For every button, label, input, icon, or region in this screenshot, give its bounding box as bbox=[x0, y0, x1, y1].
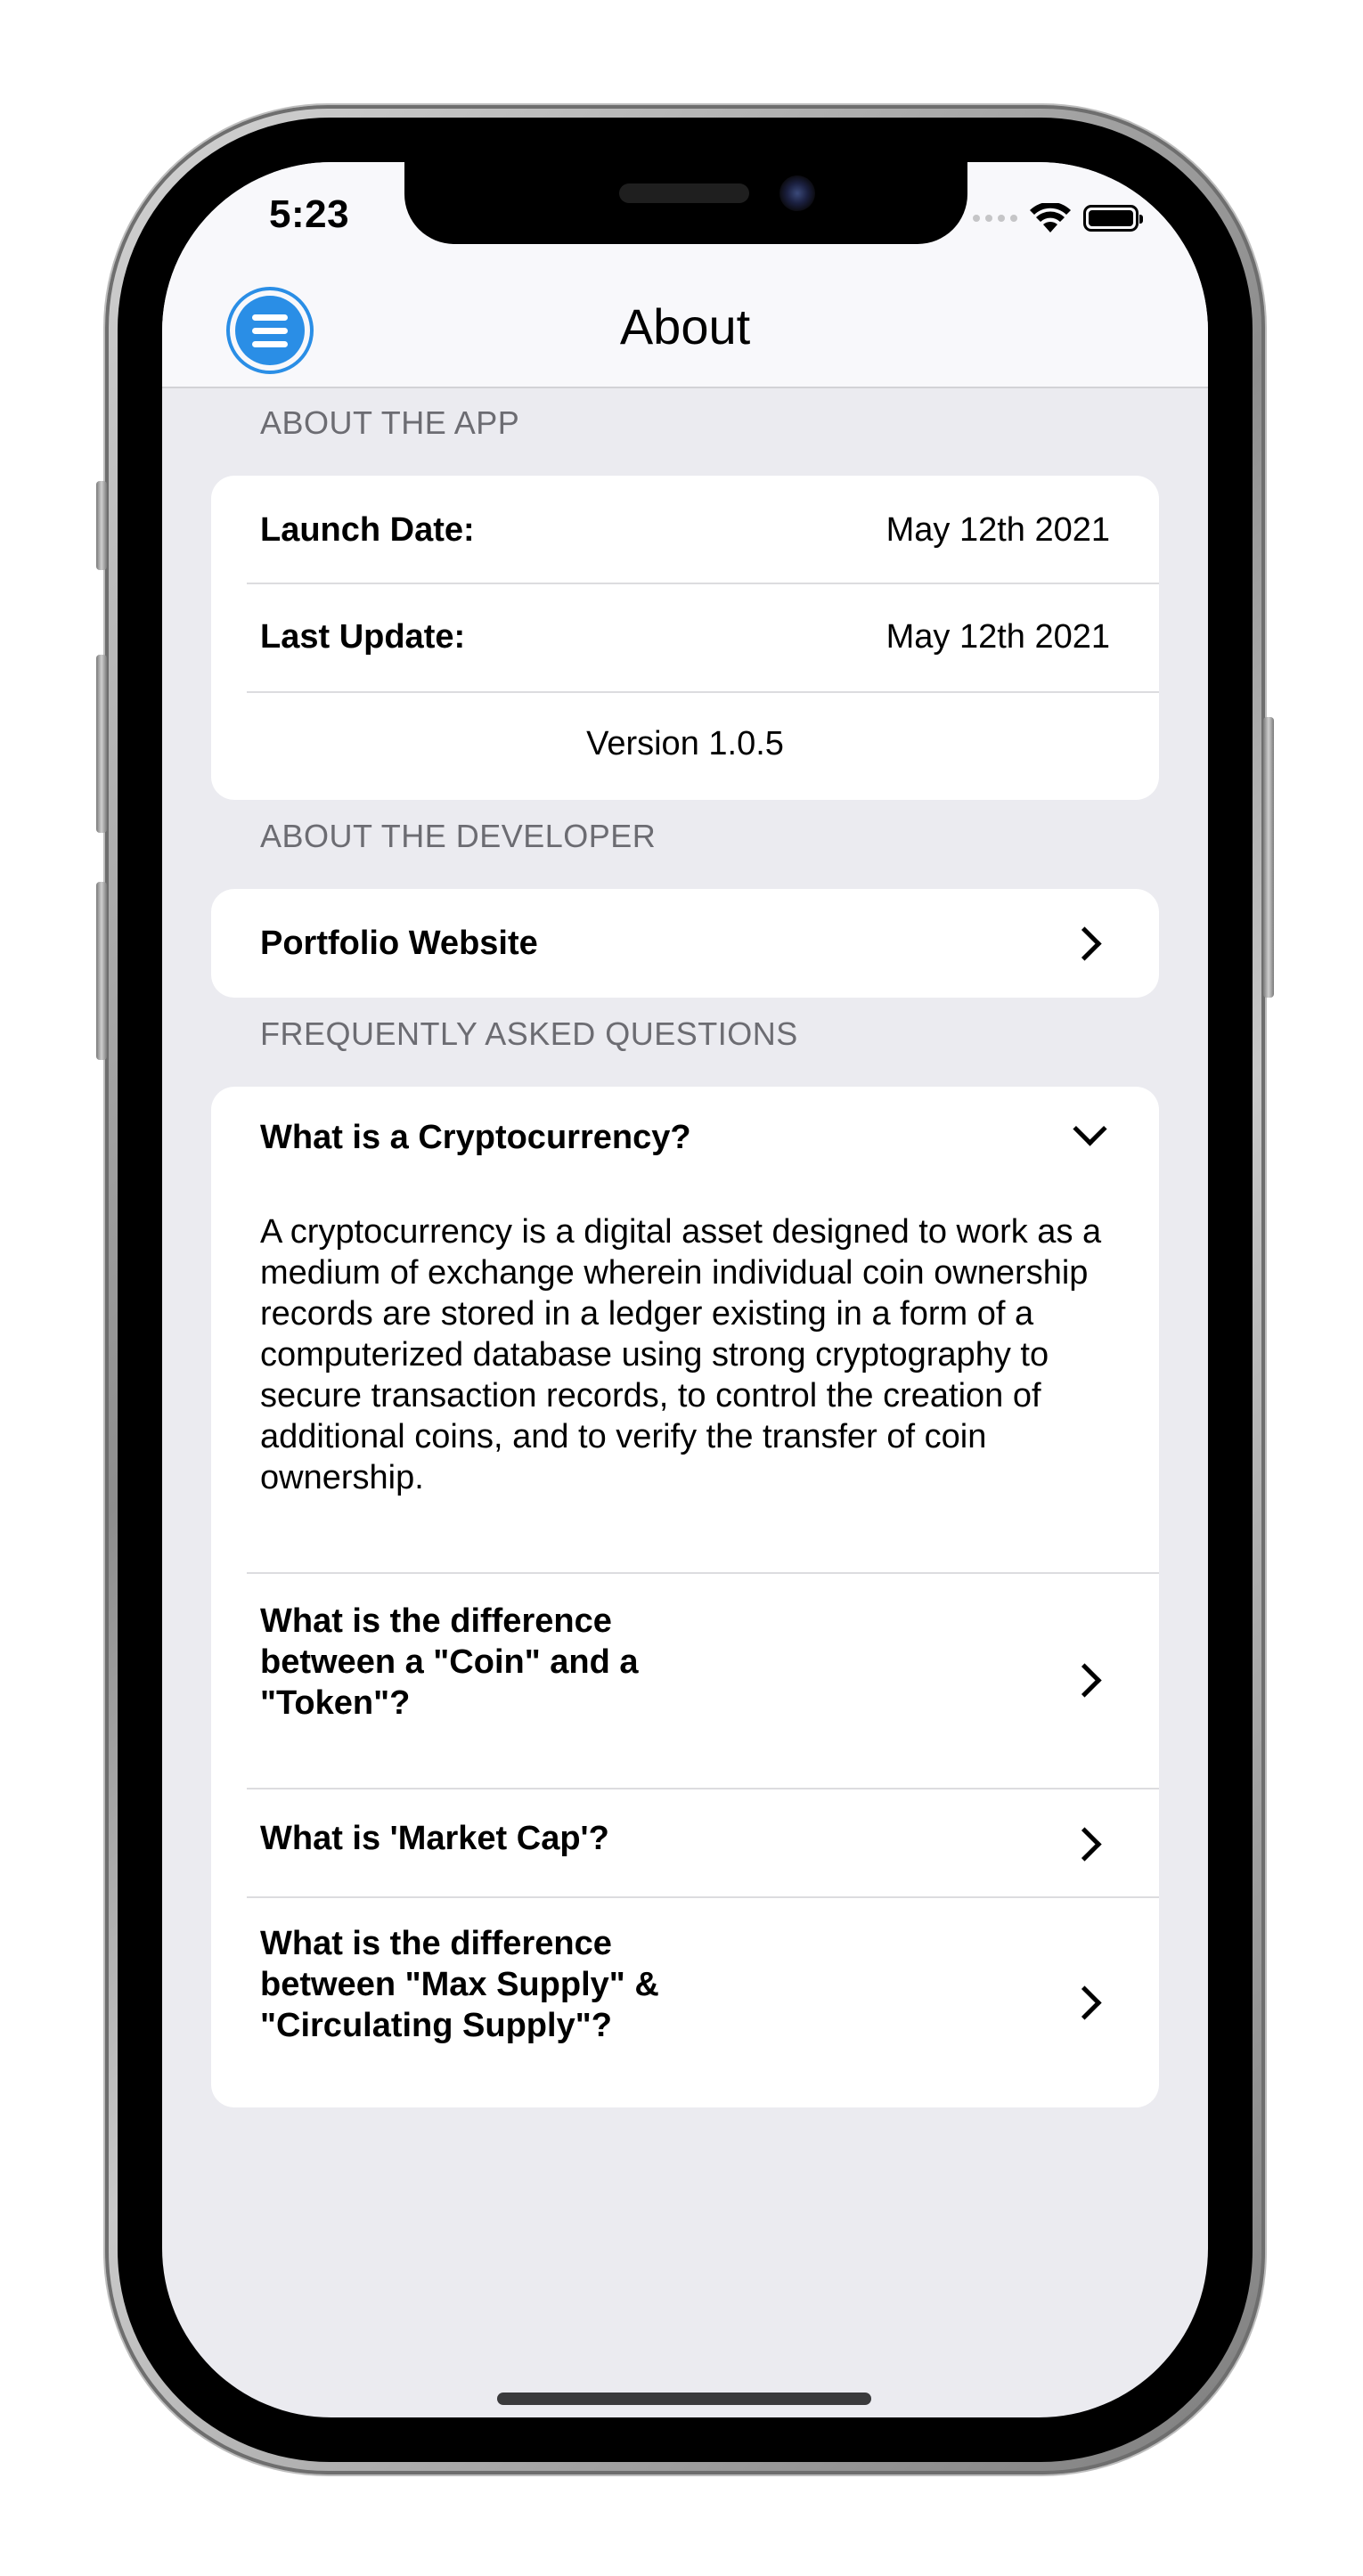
launch-date-label: Launch Date: bbox=[260, 511, 475, 549]
screen: 5:23 About ABOUT THE APP Launch Date: Ma… bbox=[162, 162, 1208, 2417]
faq-answer: A cryptocurrency is a digital asset desi… bbox=[260, 1213, 1102, 1496]
launch-date-row: Launch Date: May 12th 2021 bbox=[211, 476, 1159, 583]
faq-question: What is 'Market Cap'? bbox=[260, 1820, 609, 1857]
volume-up-button bbox=[96, 655, 107, 833]
section-header-faq: FREQUENTLY ASKED QUESTIONS bbox=[260, 1015, 798, 1052]
chevron-right-icon bbox=[1067, 926, 1102, 961]
faq-item-market-cap[interactable]: What is 'Market Cap'? bbox=[211, 1789, 1159, 1896]
power-button bbox=[1263, 717, 1274, 998]
wifi-icon bbox=[1030, 203, 1071, 232]
battery-icon bbox=[1083, 205, 1143, 232]
home-indicator[interactable] bbox=[497, 2393, 871, 2405]
version-text: Version 1.0.5 bbox=[586, 725, 784, 762]
page-title: About bbox=[619, 298, 751, 355]
faq-question: What is a Cryptocurrency? bbox=[260, 1119, 691, 1156]
speaker-grille bbox=[619, 183, 749, 203]
volume-down-button bbox=[96, 882, 107, 1060]
status-time: 5:23 bbox=[269, 192, 350, 236]
chevron-down-icon bbox=[1073, 1112, 1107, 1146]
last-update-value: May 12th 2021 bbox=[886, 618, 1110, 656]
faq-item-expanded[interactable]: What is a Cryptocurrency? A cryptocurren… bbox=[211, 1087, 1159, 1572]
portfolio-website-row[interactable]: Portfolio Website bbox=[211, 889, 1159, 998]
cellular-signal-icon bbox=[973, 215, 1017, 222]
last-update-row: Last Update: May 12th 2021 bbox=[211, 584, 1159, 691]
launch-date-value: May 12th 2021 bbox=[886, 511, 1110, 549]
portfolio-website-label: Portfolio Website bbox=[260, 925, 538, 962]
chevron-right-icon bbox=[1067, 1985, 1102, 2020]
status-icons bbox=[973, 203, 1143, 233]
section-header-about-developer: ABOUT THE DEVELOPER bbox=[260, 818, 657, 854]
silent-switch bbox=[96, 481, 107, 570]
divider bbox=[247, 691, 1159, 693]
faq-question: What is the difference between a "Coin" … bbox=[260, 1602, 639, 1722]
faq-item-max-vs-circulating[interactable]: What is the difference between "Max Supp… bbox=[211, 1898, 1159, 2107]
faq-item-coin-vs-token[interactable]: What is the difference between a "Coin" … bbox=[211, 1574, 1159, 1788]
camera-icon bbox=[779, 175, 815, 211]
faq-question: What is the difference between "Max Supp… bbox=[260, 1925, 659, 2044]
notch bbox=[404, 162, 967, 244]
last-update-label: Last Update: bbox=[260, 618, 466, 656]
about-app-card: Launch Date: May 12th 2021 Last Update: … bbox=[211, 476, 1159, 800]
about-developer-card: Portfolio Website bbox=[211, 889, 1159, 998]
faq-card: What is a Cryptocurrency? A cryptocurren… bbox=[211, 1087, 1159, 2107]
chevron-right-icon bbox=[1067, 1663, 1102, 1698]
chevron-right-icon bbox=[1067, 1827, 1102, 1862]
section-header-about-app: ABOUT THE APP bbox=[260, 404, 520, 441]
